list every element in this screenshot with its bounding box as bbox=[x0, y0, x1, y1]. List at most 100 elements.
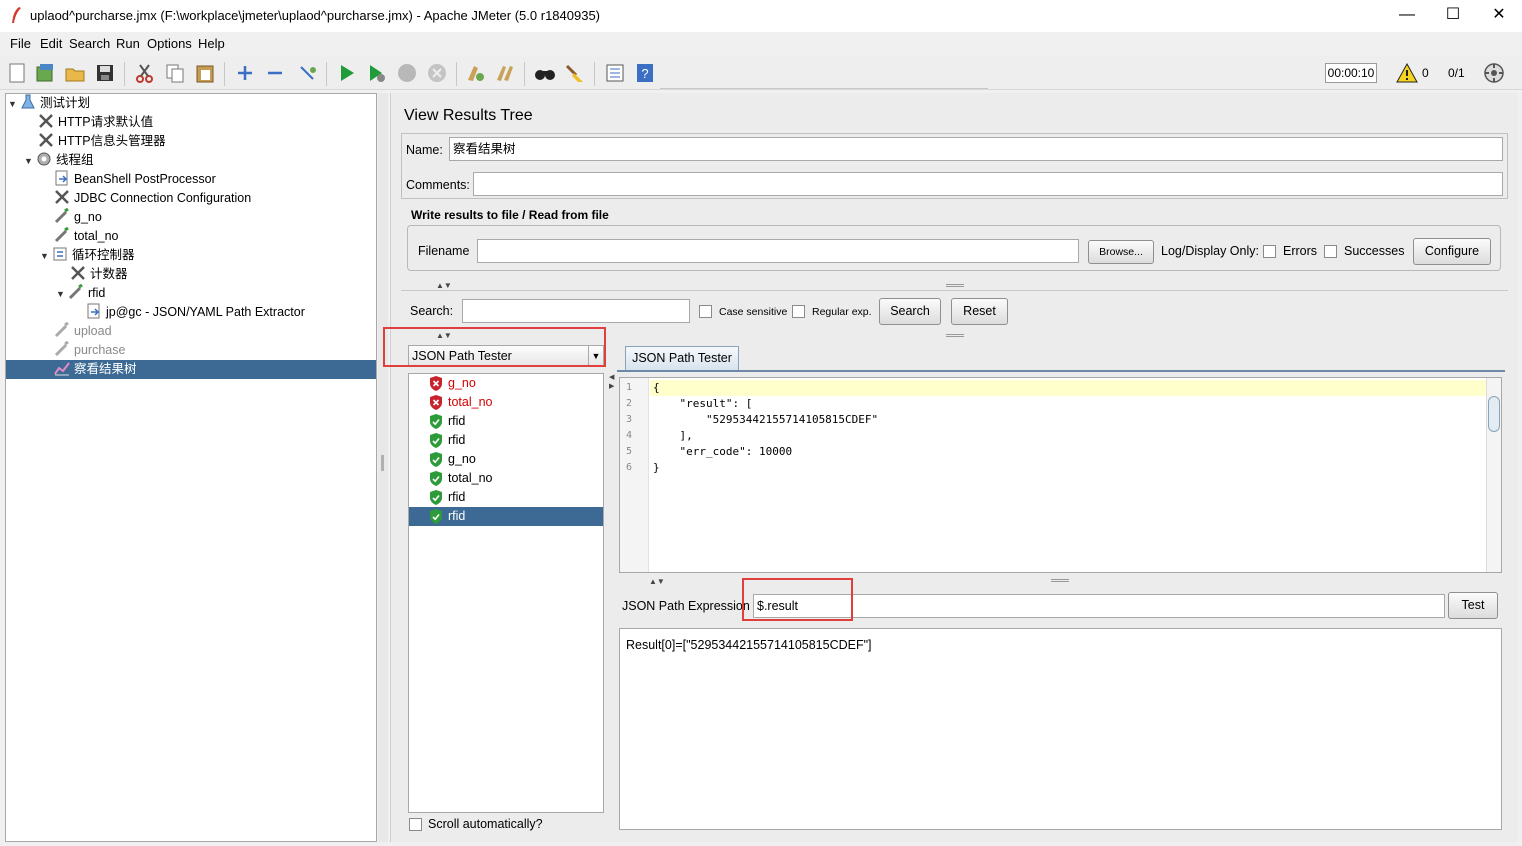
tree-node-rfid[interactable]: ▼ rfid bbox=[56, 284, 105, 303]
errors-checkbox[interactable] bbox=[1263, 245, 1276, 258]
splitter-grip[interactable] bbox=[946, 284, 964, 287]
collapse-arrow-icon[interactable]: ▼ bbox=[40, 247, 52, 266]
test-button[interactable]: Test bbox=[1448, 592, 1498, 619]
close-button[interactable]: ✕ bbox=[1476, 0, 1522, 32]
tree-splitter[interactable] bbox=[378, 93, 388, 842]
code-scrollbar[interactable] bbox=[1486, 378, 1501, 572]
comments-field[interactable] bbox=[473, 172, 1503, 196]
sampler-pen-disabled-icon bbox=[54, 322, 69, 338]
start-no-pauses-icon[interactable] bbox=[366, 62, 388, 84]
sample-list-body: g_no total_no rfid rfid g_no total_no rfid rfid bbox=[409, 374, 603, 526]
case-sensitive-checkbox[interactable] bbox=[699, 305, 712, 318]
help-icon[interactable]: ? bbox=[634, 62, 656, 84]
sample-row[interactable]: total_no bbox=[409, 469, 603, 488]
splitter-grip[interactable] bbox=[381, 455, 384, 471]
menu-options[interactable]: Options bbox=[147, 36, 192, 51]
clear-icon[interactable] bbox=[464, 62, 486, 84]
clear-all-icon[interactable] bbox=[494, 62, 516, 84]
toggle-icon[interactable] bbox=[296, 62, 318, 84]
collapse-arrow-icon[interactable]: ▼ bbox=[56, 285, 68, 304]
menu-search[interactable]: Search bbox=[69, 36, 110, 51]
warning-icon[interactable] bbox=[1396, 63, 1418, 83]
json-path-field[interactable]: $.result bbox=[753, 594, 1445, 618]
minimize-button[interactable]: — bbox=[1384, 0, 1430, 32]
new-icon[interactable] bbox=[6, 62, 28, 84]
sample-label: total_no bbox=[448, 395, 493, 409]
success-shield-icon bbox=[430, 509, 442, 524]
sample-row[interactable]: rfid bbox=[409, 431, 603, 450]
tree-node-header-manager[interactable]: HTTP信息头管理器 bbox=[38, 132, 166, 151]
scroll-thumb[interactable] bbox=[1488, 396, 1500, 432]
comments-label: Comments: bbox=[406, 178, 470, 192]
collapse-all-icon[interactable] bbox=[264, 62, 286, 84]
collapse-arrow-icon[interactable]: ▼ bbox=[24, 152, 36, 171]
save-icon[interactable] bbox=[94, 62, 116, 84]
tree-node-beanshell[interactable]: BeanShell PostProcessor bbox=[54, 170, 216, 189]
tab-json-path-tester[interactable]: JSON Path Tester bbox=[625, 346, 739, 371]
name-field[interactable]: 察看结果树 bbox=[449, 137, 1503, 161]
maximize-button[interactable]: ☐ bbox=[1430, 0, 1476, 32]
function-helper-icon[interactable] bbox=[604, 62, 626, 84]
configure-button[interactable]: Configure bbox=[1413, 238, 1491, 265]
tree-node-g-no[interactable]: g_no bbox=[54, 208, 102, 227]
split-arrows-icon[interactable]: ▲▼ bbox=[436, 281, 452, 290]
search-binoculars-icon[interactable] bbox=[534, 62, 556, 84]
menu-run[interactable]: Run bbox=[116, 36, 140, 51]
split-arrows-icon[interactable]: ▲▼ bbox=[649, 577, 665, 586]
reset-search-icon[interactable] bbox=[564, 62, 586, 84]
success-shield-icon bbox=[430, 471, 442, 486]
shutdown-icon[interactable] bbox=[426, 62, 448, 84]
regular-exp-checkbox[interactable] bbox=[792, 305, 805, 318]
post-processor-icon bbox=[55, 170, 68, 186]
menu-file[interactable]: File bbox=[10, 36, 31, 51]
collapse-arrow-icon[interactable]: ▼ bbox=[8, 95, 20, 114]
search-field[interactable] bbox=[462, 299, 690, 323]
tree-node-upload[interactable]: upload bbox=[54, 322, 112, 341]
paste-icon[interactable] bbox=[194, 62, 216, 84]
tree-node-test-plan[interactable]: ▼ 测试计划 bbox=[8, 94, 90, 113]
search-button[interactable]: Search bbox=[879, 298, 941, 325]
sample-row[interactable]: rfid bbox=[409, 412, 603, 431]
name-label: Name: bbox=[406, 143, 443, 157]
reset-button[interactable]: Reset bbox=[951, 298, 1008, 325]
tree-node-purchase[interactable]: purchase bbox=[54, 341, 125, 360]
splitter-grip[interactable] bbox=[1051, 579, 1069, 582]
sample-row[interactable]: g_no bbox=[409, 450, 603, 469]
tree-node-thread-group[interactable]: ▼ 线程组 bbox=[24, 151, 94, 170]
split-arrows-icon[interactable]: ◀ ▶ bbox=[609, 373, 614, 391]
browse-button[interactable]: Browse... bbox=[1088, 240, 1154, 264]
templates-icon[interactable] bbox=[34, 62, 56, 84]
write-results-heading: Write results to file / Read from file bbox=[411, 208, 609, 222]
response-code-view[interactable]: 1 {2 "result": [3 "52953442155714105815CD… bbox=[619, 377, 1502, 573]
successes-checkbox[interactable] bbox=[1324, 245, 1337, 258]
tree-node-json-extractor[interactable]: jp@gc - JSON/YAML Path Extractor bbox=[86, 303, 305, 322]
tree-node-total-no[interactable]: total_no bbox=[54, 227, 118, 246]
result-output[interactable]: Result[0]=["52953442155714105815CDEF"] bbox=[619, 628, 1502, 830]
copy-icon[interactable] bbox=[164, 62, 186, 84]
open-icon[interactable] bbox=[64, 62, 86, 84]
code-line: "52953442155714105815CDEF" bbox=[653, 413, 879, 426]
expand-all-icon[interactable] bbox=[234, 62, 256, 84]
tree-node-http-defaults[interactable]: HTTP请求默认值 bbox=[38, 113, 153, 132]
json-path-label: JSON Path Expression bbox=[622, 599, 750, 613]
scroll-auto-checkbox[interactable] bbox=[409, 818, 422, 831]
sample-row[interactable]: total_no bbox=[409, 393, 603, 412]
menu-help[interactable]: Help bbox=[198, 36, 225, 51]
error-shield-icon bbox=[430, 376, 442, 391]
sample-label: rfid bbox=[448, 490, 466, 504]
sample-row[interactable]: rfid bbox=[409, 507, 603, 526]
cut-icon[interactable] bbox=[134, 62, 156, 84]
tree-node-loop-controller[interactable]: ▼ 循环控制器 bbox=[40, 246, 135, 265]
sampler-pen-icon bbox=[68, 284, 83, 300]
stop-icon[interactable] bbox=[396, 62, 418, 84]
splitter-grip[interactable] bbox=[946, 334, 964, 337]
sample-row[interactable]: rfid bbox=[409, 488, 603, 507]
sample-label: rfid bbox=[448, 414, 466, 428]
start-icon[interactable] bbox=[336, 62, 358, 84]
menu-edit[interactable]: Edit bbox=[40, 36, 62, 51]
tree-node-jdbc[interactable]: JDBC Connection Configuration bbox=[54, 189, 251, 208]
filename-field[interactable] bbox=[477, 239, 1079, 263]
sample-row[interactable]: g_no bbox=[409, 374, 603, 393]
tree-node-results-tree[interactable]: 察看结果树 bbox=[6, 360, 376, 379]
tree-node-counter[interactable]: 计数器 bbox=[70, 265, 128, 284]
